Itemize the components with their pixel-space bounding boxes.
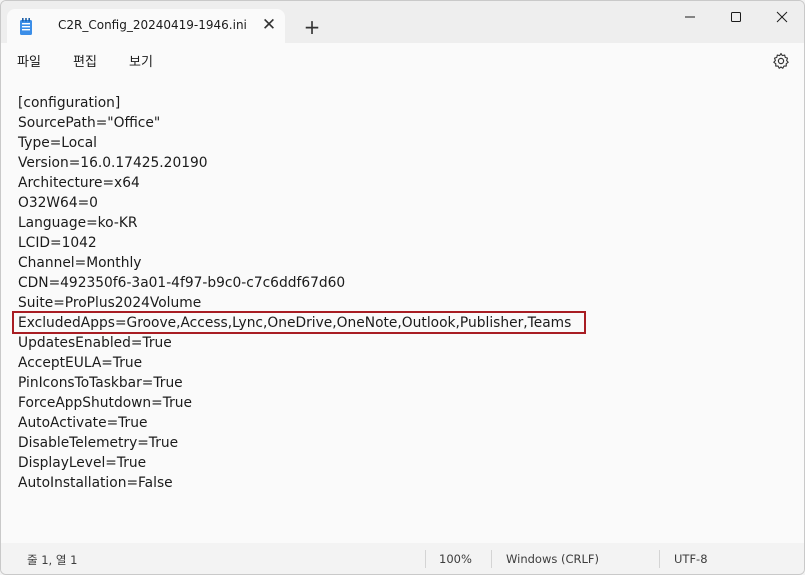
text-line: DisableTelemetry=True — [18, 435, 179, 451]
status-divider — [491, 550, 492, 568]
title-bar: C2R_Config_20240419-1946.ini ✕ + — [1, 1, 804, 43]
menu-bar: 파일 편집 보기 — [1, 43, 804, 79]
text-line: Architecture=x64 — [18, 175, 140, 191]
menu-view[interactable]: 보기 — [127, 51, 155, 70]
text-editor[interactable]: [configuration] SourcePath="Office" Type… — [1, 79, 804, 543]
line-ending[interactable]: Windows (CRLF) — [506, 552, 599, 566]
text-line: AutoInstallation=False — [18, 475, 173, 491]
text-line: Language=ko-KR — [18, 215, 138, 231]
text-line: UpdatesEnabled=True — [18, 335, 172, 351]
encoding[interactable]: UTF-8 — [674, 552, 708, 566]
close-tab-button[interactable]: ✕ — [257, 13, 281, 37]
minimize-icon — [685, 16, 695, 18]
notepad-window: C2R_Config_20240419-1946.ini ✕ + 파일 편집 보… — [0, 0, 805, 575]
close-icon — [776, 11, 788, 23]
status-bar: 줄 1, 열 1 100% Windows (CRLF) UTF-8 — [1, 543, 804, 574]
text-line: AutoActivate=True — [18, 415, 148, 431]
notepad-icon — [19, 18, 33, 36]
maximize-icon — [731, 12, 741, 22]
text-line-highlighted: ExcludedApps=Groove,Access,Lync,OneDrive… — [18, 315, 572, 331]
zoom-level[interactable]: 100% — [439, 552, 472, 566]
text-line: AcceptEULA=True — [18, 355, 143, 371]
text-line: Channel=Monthly — [18, 255, 142, 271]
menu-file[interactable]: 파일 — [15, 51, 43, 70]
text-line: ForceAppShutdown=True — [18, 395, 193, 411]
text-line: Suite=ProPlus2024Volume — [18, 295, 202, 311]
menu-edit[interactable]: 편집 — [71, 51, 99, 70]
text-line: DisplayLevel=True — [18, 455, 147, 471]
maximize-button[interactable] — [713, 1, 759, 33]
tab-title: C2R_Config_20240419-1946.ini — [58, 18, 247, 32]
new-tab-button[interactable]: + — [299, 14, 325, 40]
text-line: [configuration] — [18, 95, 121, 111]
text-line: O32W64=0 — [18, 195, 98, 211]
text-line: SourcePath="Office" — [18, 115, 161, 131]
status-divider — [659, 550, 660, 568]
text-line: CDN=492350f6-3a01-4f97-b9c0-c7c6ddf67d60 — [18, 275, 346, 291]
close-window-button[interactable] — [759, 1, 804, 33]
text-line: PinIconsToTaskbar=True — [18, 375, 183, 391]
text-line: Type=Local — [18, 135, 98, 151]
document-tab[interactable]: C2R_Config_20240419-1946.ini ✕ — [7, 9, 285, 43]
gear-icon — [773, 52, 789, 69]
status-divider — [425, 550, 426, 568]
text-line: LCID=1042 — [18, 235, 97, 251]
minimize-button[interactable] — [667, 1, 713, 33]
cursor-position: 줄 1, 열 1 — [27, 553, 78, 567]
settings-button[interactable] — [771, 51, 791, 71]
text-line: Version=16.0.17425.20190 — [18, 155, 208, 171]
